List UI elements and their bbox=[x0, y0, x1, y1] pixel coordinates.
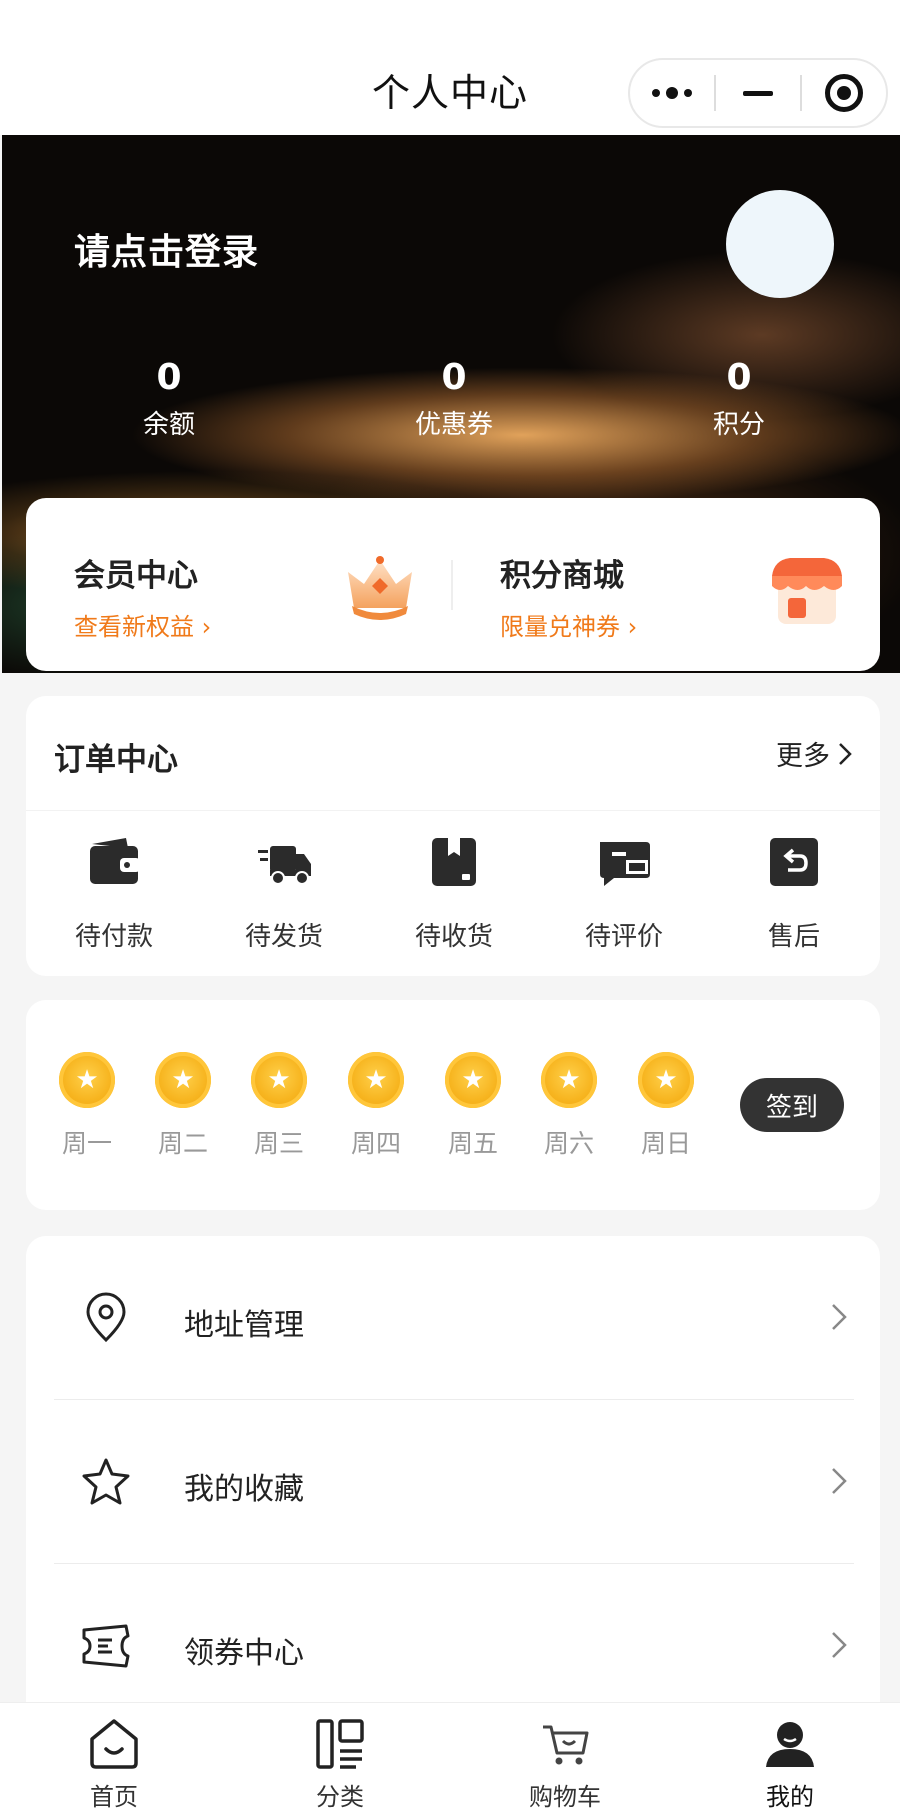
stat-value: 0 bbox=[441, 357, 467, 398]
stat-value: 0 bbox=[156, 357, 182, 398]
return-icon bbox=[770, 838, 818, 886]
day-label: 周五 bbox=[447, 1129, 498, 1158]
day-label: 周四 bbox=[350, 1129, 401, 1158]
coupon-icon bbox=[82, 1624, 130, 1668]
crown-icon bbox=[348, 556, 412, 620]
day-label: 周三 bbox=[253, 1129, 304, 1158]
star-coin-icon: ★ bbox=[251, 1052, 307, 1108]
chevron-right-icon bbox=[832, 1468, 847, 1494]
sign-in-card: ★ 周一 ★ 周二 ★ 周三 ★ 周四 ★ 周五 ★ 周六 ★ 周日 签到 bbox=[26, 1000, 880, 1210]
order-pending-receipt[interactable]: 待收货 bbox=[369, 834, 539, 953]
orders-more-link[interactable]: 更多 bbox=[776, 734, 852, 773]
login-prompt[interactable]: 请点击登录 bbox=[74, 223, 259, 275]
order-header-divider bbox=[26, 810, 880, 811]
menu-item-label: 领券中心 bbox=[184, 1636, 304, 1671]
day-label: 周二 bbox=[157, 1129, 208, 1158]
order-center-title: 订单中心 bbox=[54, 742, 178, 778]
member-center-entry[interactable]: 会员中心 查看新权益 › bbox=[74, 550, 211, 642]
top-nav-bar: 个人中心 bbox=[0, 0, 900, 135]
signin-day: ★ 周一 bbox=[52, 1052, 122, 1160]
package-icon bbox=[432, 838, 476, 886]
menu-item-address[interactable]: 地址管理 bbox=[26, 1236, 880, 1400]
bottom-tab-bar: 首页 分类 购物车 我的 bbox=[0, 1702, 900, 1815]
menu-item-label: 地址管理 bbox=[184, 1308, 304, 1343]
points-mall-entry[interactable]: 积分商城 限量兑神券 › bbox=[500, 550, 637, 642]
order-item-label: 待付款 bbox=[74, 922, 153, 952]
close-button[interactable] bbox=[802, 60, 886, 126]
tab-category[interactable]: 分类 bbox=[280, 1717, 400, 1812]
order-pending-review[interactable]: 待评价 bbox=[539, 834, 709, 953]
minimize-icon bbox=[743, 90, 773, 96]
order-item-label: 待收货 bbox=[414, 922, 493, 952]
order-after-sales[interactable]: 售后 bbox=[709, 834, 879, 953]
star-coin-icon: ★ bbox=[445, 1052, 501, 1108]
review-icon bbox=[600, 842, 650, 886]
star-coin-icon: ★ bbox=[348, 1052, 404, 1108]
shop-icon bbox=[772, 558, 842, 624]
order-center-card: 订单中心 更多 待付款 待发货 待收货 待评价 售后 bbox=[26, 696, 880, 976]
tab-mine[interactable]: 我的 bbox=[730, 1717, 850, 1812]
more-menu-button[interactable] bbox=[630, 60, 714, 126]
member-divider bbox=[451, 560, 453, 610]
order-pending-payment[interactable]: 待付款 bbox=[29, 834, 199, 953]
star-icon bbox=[82, 1458, 130, 1505]
order-item-label: 售后 bbox=[767, 922, 820, 952]
menu-item-favorites[interactable]: 我的收藏 bbox=[26, 1400, 880, 1564]
star-coin-icon: ★ bbox=[59, 1052, 115, 1108]
stat-label: 余额 bbox=[142, 410, 195, 440]
star-coin-icon: ★ bbox=[638, 1052, 694, 1108]
mini-program-capsule bbox=[628, 58, 888, 128]
tab-label: 我的 bbox=[766, 1783, 814, 1811]
chevron-right-icon bbox=[839, 742, 852, 765]
chevron-right-icon bbox=[832, 1304, 847, 1330]
more-label: 更多 bbox=[776, 741, 830, 772]
day-label: 周日 bbox=[640, 1129, 691, 1158]
stat-label: 积分 bbox=[712, 410, 765, 440]
order-item-label: 待发货 bbox=[244, 922, 323, 952]
menu-item-label: 我的收藏 bbox=[184, 1472, 304, 1507]
tab-label: 购物车 bbox=[529, 1783, 601, 1811]
stat-value: 0 bbox=[726, 357, 752, 398]
sign-in-button[interactable]: 签到 bbox=[740, 1078, 844, 1132]
cart-icon bbox=[543, 1725, 589, 1765]
stat-points[interactable]: 0 积分 bbox=[649, 357, 829, 441]
tab-label: 分类 bbox=[316, 1783, 364, 1811]
stat-coupons[interactable]: 0 优惠券 bbox=[364, 357, 544, 441]
truck-icon bbox=[258, 846, 311, 885]
home-icon bbox=[90, 1719, 138, 1769]
menu-list: 地址管理 我的收藏 领券中心 bbox=[26, 1236, 880, 1756]
signin-day: ★ 周三 bbox=[244, 1052, 314, 1160]
stat-balance[interactable]: 0 余额 bbox=[79, 357, 259, 441]
signin-day: ★ 周五 bbox=[438, 1052, 508, 1160]
member-card: 会员中心 查看新权益 › 积分商城 限量兑神券 › bbox=[26, 498, 880, 671]
day-label: 周六 bbox=[543, 1129, 594, 1158]
stat-label: 优惠券 bbox=[414, 410, 493, 440]
points-mall-subtitle: 限量兑神券 › bbox=[500, 613, 638, 641]
order-item-label: 待评价 bbox=[584, 922, 663, 952]
user-icon bbox=[766, 1722, 814, 1767]
day-label: 周一 bbox=[61, 1129, 112, 1158]
wallet-icon bbox=[90, 838, 140, 884]
member-center-subtitle: 查看新权益 › bbox=[74, 613, 212, 641]
member-center-title: 会员中心 bbox=[74, 558, 198, 594]
star-coin-icon: ★ bbox=[155, 1052, 211, 1108]
minimize-button[interactable] bbox=[716, 60, 800, 126]
category-icon bbox=[316, 1719, 364, 1769]
location-pin-icon bbox=[86, 1292, 126, 1343]
tab-home[interactable]: 首页 bbox=[54, 1717, 174, 1812]
signin-day: ★ 周四 bbox=[341, 1052, 411, 1160]
order-pending-shipment[interactable]: 待发货 bbox=[199, 834, 369, 953]
more-dots-icon bbox=[652, 87, 692, 99]
signin-day: ★ 周日 bbox=[631, 1052, 701, 1160]
star-coin-icon: ★ bbox=[541, 1052, 597, 1108]
signin-day: ★ 周六 bbox=[534, 1052, 604, 1160]
close-circle-icon bbox=[825, 74, 863, 112]
points-mall-title: 积分商城 bbox=[500, 558, 624, 594]
tab-label: 首页 bbox=[90, 1783, 138, 1811]
tab-cart[interactable]: 购物车 bbox=[505, 1717, 625, 1812]
avatar[interactable] bbox=[726, 190, 834, 298]
chevron-right-icon bbox=[832, 1632, 847, 1658]
signin-day: ★ 周二 bbox=[148, 1052, 218, 1160]
